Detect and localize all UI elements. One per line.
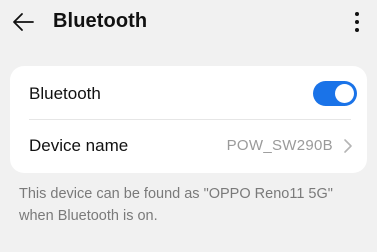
more-options-button[interactable] <box>345 6 369 38</box>
visibility-footnote: This device can be found as "OPPO Reno11… <box>19 186 333 224</box>
chevron-right-icon <box>344 139 352 153</box>
more-vertical-icon <box>355 12 359 16</box>
device-name-label: Device name <box>29 135 129 155</box>
toggle-knob <box>335 84 354 103</box>
device-name-row[interactable]: Device name POW_SW290B <box>10 119 367 172</box>
top-app-bar: Bluetooth <box>0 0 377 44</box>
arrow-left-icon <box>13 13 34 31</box>
settings-card: Bluetooth Device name POW_SW290B <box>10 66 367 173</box>
bluetooth-toggle[interactable] <box>313 81 357 106</box>
bluetooth-row[interactable]: Bluetooth <box>10 67 367 120</box>
page-title: Bluetooth <box>53 10 148 32</box>
back-button[interactable] <box>8 8 38 36</box>
device-name-value: POW_SW290B <box>226 137 333 154</box>
bluetooth-label: Bluetooth <box>29 83 101 103</box>
